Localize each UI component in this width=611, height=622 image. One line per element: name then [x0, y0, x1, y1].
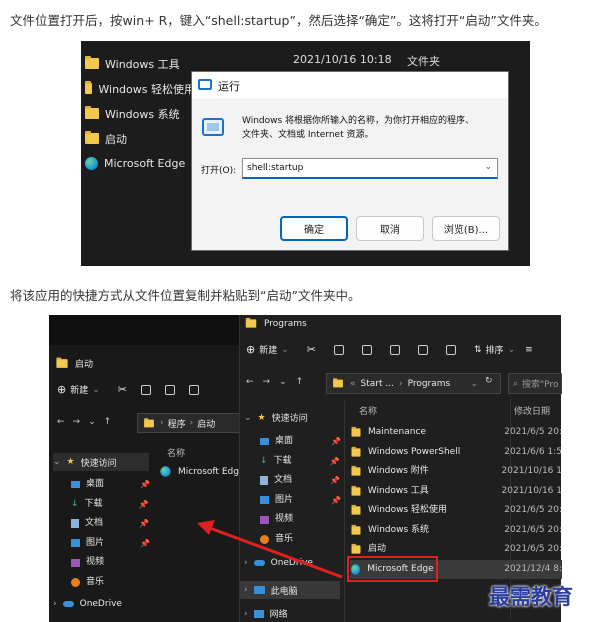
- folder-icon: [85, 106, 99, 119]
- run-large-icon: [202, 118, 224, 136]
- list-item[interactable]: Windows 系统: [85, 101, 195, 126]
- screenshot-explorer: 启动 ⊕ 新建 ⌄ ✂ ← → ⌄ ↑ › 程序 › 启动 名称 Microso…: [49, 315, 573, 622]
- open-input[interactable]: shell:startup: [247, 163, 303, 173]
- instruction-text-2: 将该应用的快捷方式从文件位置复制并粘贴到“启动”文件夹中。: [10, 288, 361, 303]
- list-item[interactable]: Microsoft Edge: [85, 151, 195, 176]
- drag-arrow-icon: [197, 520, 343, 579]
- screenshot-run-dialog: Windows 工具 Windows 轻松使用 Windows 系统 启动 Mi…: [81, 41, 530, 266]
- run-title: 运行: [218, 80, 240, 93]
- list-item[interactable]: Windows 工具: [85, 51, 195, 76]
- run-titlebar: 运行: [192, 72, 508, 98]
- instruction-text-1: 文件位置打开后，按win+ R，键入“shell:startup”，然后选择“确…: [10, 13, 547, 28]
- item-type: 文件夹: [407, 55, 440, 68]
- start-list: Windows 工具 Windows 轻松使用 Windows 系统 启动 Mi…: [85, 51, 195, 176]
- run-dialog: 运行 Windows 将根据你所输入的名称，为你打开相应的程序、 文件夹、文档或…: [191, 71, 509, 251]
- open-combobox[interactable]: shell:startup ⌄: [242, 158, 498, 179]
- ok-button[interactable]: 确定: [280, 216, 348, 241]
- cancel-button[interactable]: 取消: [356, 216, 424, 241]
- browse-button[interactable]: 浏览(B)...: [432, 216, 500, 241]
- modified-date: 2021/10/16 10:18: [293, 53, 392, 66]
- open-label: 打开(O):: [201, 166, 237, 176]
- watermark: 最需教育: [489, 584, 573, 609]
- edge-icon: [85, 157, 98, 170]
- chevron-down-icon[interactable]: ⌄: [484, 162, 492, 172]
- folder-icon: [85, 131, 99, 144]
- run-app-icon: [198, 79, 212, 90]
- list-item[interactable]: 启动: [85, 126, 195, 151]
- folder-icon: [85, 56, 99, 69]
- list-item[interactable]: Windows 轻松使用: [85, 76, 195, 101]
- folder-icon: [85, 81, 93, 94]
- run-description: Windows 将根据你所输入的名称，为你打开相应的程序、 文件夹、文档或 In…: [242, 116, 475, 140]
